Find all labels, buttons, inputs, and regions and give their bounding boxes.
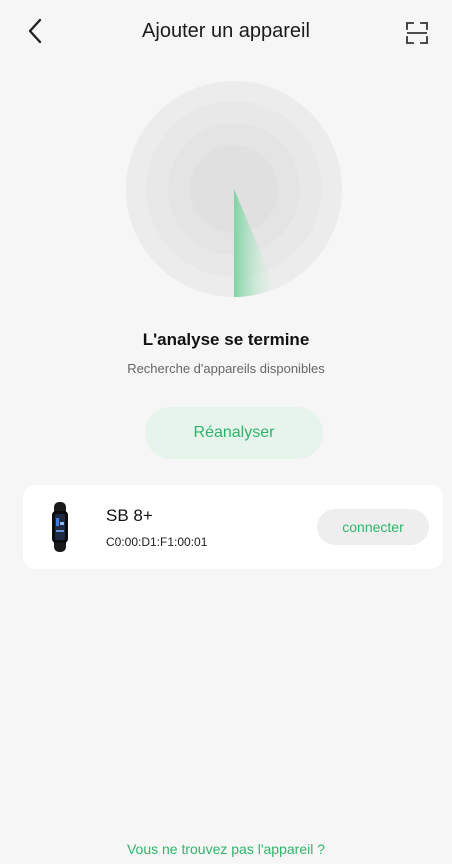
qr-scan-icon: [406, 22, 428, 44]
scan-status-title: L'analyse se termine: [142, 330, 310, 349]
radar-animation: [126, 81, 342, 297]
connect-button[interactable]: connecter: [317, 509, 429, 545]
device-name: SB 8+: [106, 506, 153, 525]
scan-qr-button[interactable]: [404, 20, 430, 46]
device-list-item[interactable]: SB 8+ C0:00:D1:F1:00:01 connecter: [23, 485, 443, 569]
header-bar: Ajouter un appareil: [0, 0, 452, 62]
rescan-button[interactable]: Réanalyser: [145, 407, 323, 459]
page-title: Ajouter un appareil: [142, 20, 310, 42]
device-not-found-link[interactable]: Vous ne trouvez pas l'appareil ?: [0, 841, 452, 857]
chevron-left-icon: [28, 18, 42, 44]
smart-band-icon: [49, 502, 71, 552]
radar-sweep-icon: [126, 81, 342, 297]
add-device-screen: Ajouter un appareil L'analyse se termine: [0, 0, 452, 864]
device-mac-address: C0:00:D1:F1:00:01: [106, 535, 208, 549]
back-button[interactable]: [20, 14, 52, 48]
scan-status-subtitle: Recherche d'appareils disponibles: [127, 361, 325, 376]
